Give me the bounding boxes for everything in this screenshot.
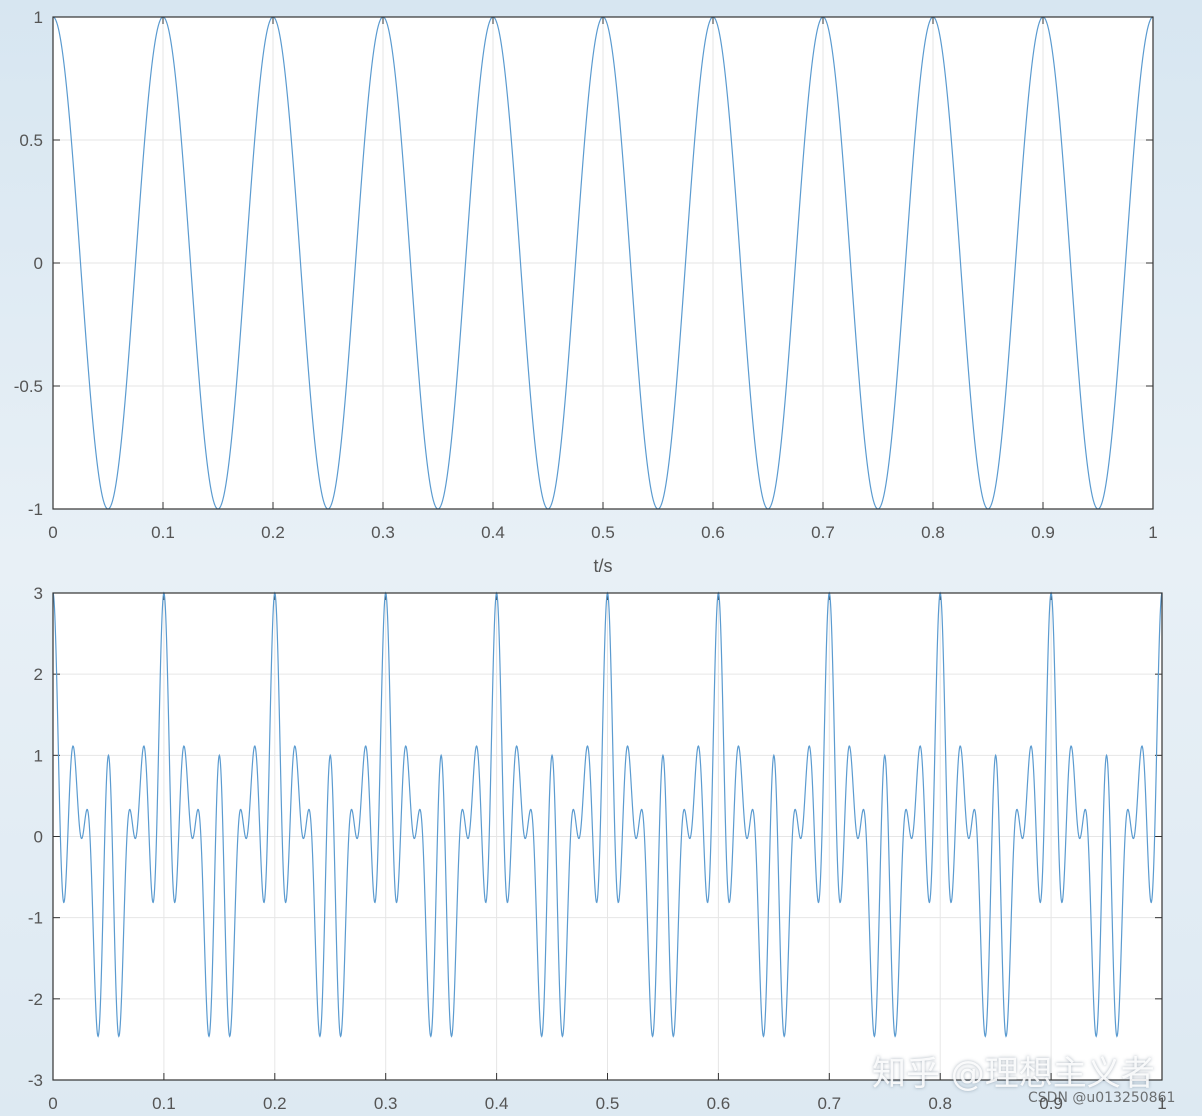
x-tick-label: 0.8 <box>921 523 945 542</box>
figure: 0 0.1 0.2 0.3 0.4 0.5 0.6 0.7 0.8 0.9 1 1 0.5 0 -0.5 -1… <box>14 8 1167 1113</box>
x-tick-label: 0.3 <box>371 523 395 542</box>
y-tick-label: 0 <box>34 828 43 847</box>
y-tick-label: 2 <box>34 665 43 684</box>
x-tick-label: 0.4 <box>481 523 505 542</box>
x-tick-label: 0.6 <box>701 523 725 542</box>
x-tick-label: 0.9 <box>1031 523 1055 542</box>
x-tick-label: 0 <box>48 523 57 542</box>
x-tick-label: 0.4 <box>485 1094 509 1113</box>
y-tick-label: 1 <box>34 8 43 27</box>
y-tick-label: 0.5 <box>19 131 43 150</box>
x-tick-label: 0.2 <box>261 523 285 542</box>
y-tick-label: -3 <box>28 1071 43 1090</box>
y-tick-label: 3 <box>34 584 43 603</box>
y-tick-label: -1 <box>28 909 43 928</box>
y-tick-label: -1 <box>28 500 43 519</box>
x-tick-label: 0.5 <box>596 1094 620 1113</box>
x-tick-label: 0.7 <box>811 523 835 542</box>
x-tick-label: 0.1 <box>152 1094 176 1113</box>
x-tick-label: 0.8 <box>928 1094 952 1113</box>
x-tick-label: 1 <box>1148 523 1157 542</box>
x-tick-label: 0.7 <box>817 1094 841 1113</box>
x-tick-label: 0.2 <box>263 1094 287 1113</box>
x-tick-label: 0.5 <box>591 523 615 542</box>
y-tick-label: 0 <box>34 254 43 273</box>
zhihu-watermark: 知乎 @理想主义者 <box>872 1054 1155 1094</box>
bottom-plot: 0 0.1 0.2 0.3 0.4 0.5 0.6 0.7 0.8 0.9 13210-1-2-3 <box>28 584 1167 1113</box>
top-plot: 0 0.1 0.2 0.3 0.4 0.5 0.6 0.7 0.8 0.9 1 1 0.5 0 -0.5 -1… <box>14 8 1158 576</box>
x-tick-label: 0 <box>48 1094 57 1113</box>
csdn-watermark: CSDN @u013250861 <box>1028 1090 1176 1106</box>
x-tick-label: 0.1 <box>151 523 175 542</box>
y-tick-label: -0.5 <box>14 377 43 396</box>
x-tick-label: 0.6 <box>707 1094 731 1113</box>
x-axis-label: t/s <box>593 556 612 576</box>
y-tick-label: 1 <box>34 746 43 765</box>
y-tick-label: -2 <box>28 990 43 1009</box>
x-tick-label: 0.3 <box>374 1094 398 1113</box>
